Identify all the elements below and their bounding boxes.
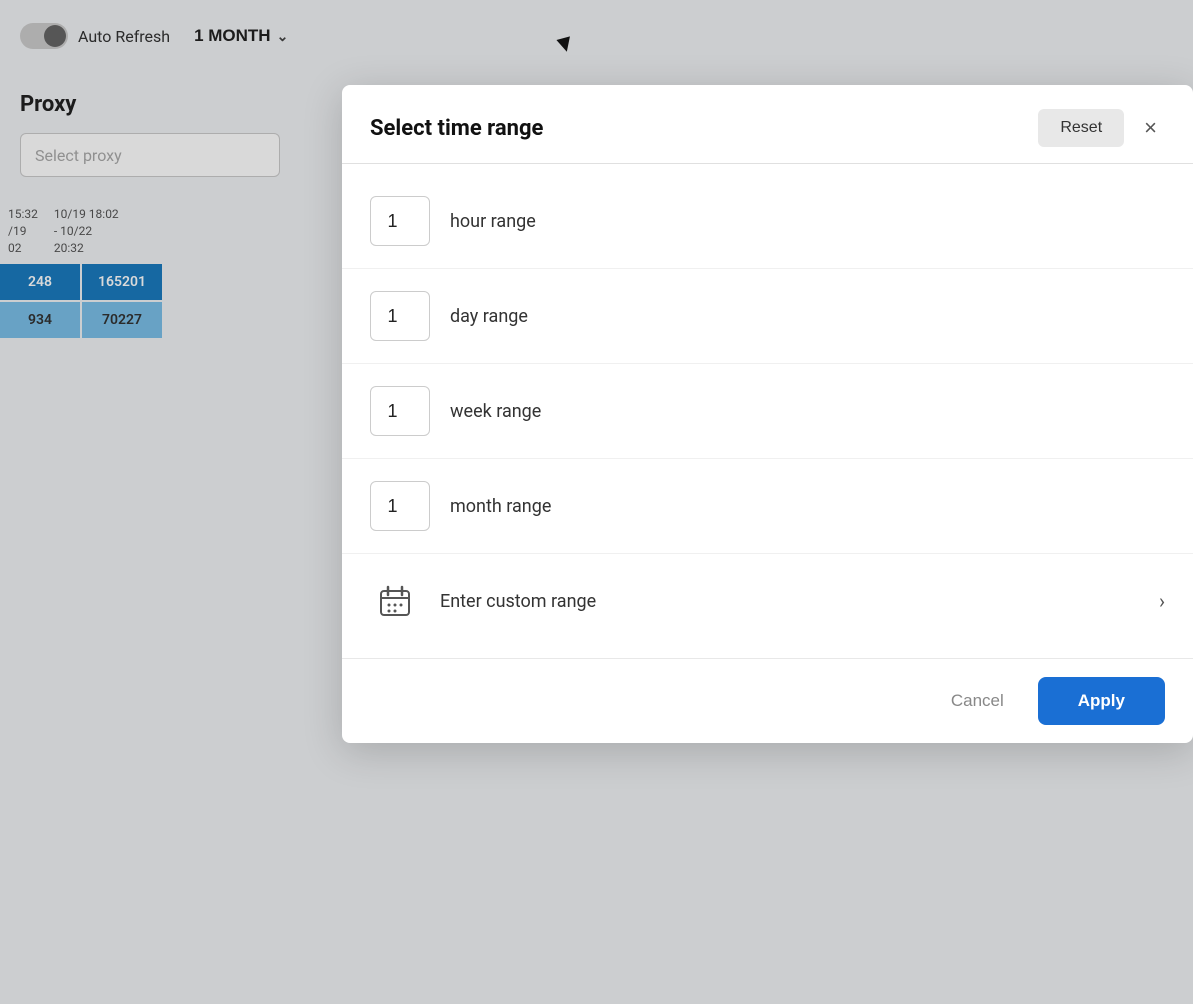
dialog-title: Select time range xyxy=(370,116,543,141)
week-range-row: week range xyxy=(342,364,1193,459)
month-range-label: month range xyxy=(450,496,551,517)
close-button[interactable]: × xyxy=(1136,113,1165,143)
calendar-icon xyxy=(370,576,420,626)
dialog-header: Select time range Reset × xyxy=(342,85,1193,164)
cancel-button[interactable]: Cancel xyxy=(933,681,1022,721)
dialog-body: hour range day range week range month ra… xyxy=(342,164,1193,658)
apply-button[interactable]: Apply xyxy=(1038,677,1165,725)
day-range-label: day range xyxy=(450,306,528,327)
day-range-input[interactable] xyxy=(370,291,430,341)
day-range-row: day range xyxy=(342,269,1193,364)
hour-range-input[interactable] xyxy=(370,196,430,246)
chevron-right-icon: › xyxy=(1159,589,1165,613)
dialog-header-actions: Reset × xyxy=(1038,109,1165,147)
hour-range-label: hour range xyxy=(450,211,536,232)
week-range-label: week range xyxy=(450,401,541,422)
custom-range-row[interactable]: Enter custom range › xyxy=(342,554,1193,648)
week-range-input[interactable] xyxy=(370,386,430,436)
custom-range-label: Enter custom range xyxy=(440,591,1139,612)
dialog-footer: Cancel Apply xyxy=(342,658,1193,743)
month-range-input[interactable] xyxy=(370,481,430,531)
month-range-row: month range xyxy=(342,459,1193,554)
time-range-dialog: Select time range Reset × hour range day… xyxy=(342,85,1193,743)
hour-range-row: hour range xyxy=(342,174,1193,269)
reset-button[interactable]: Reset xyxy=(1038,109,1124,147)
